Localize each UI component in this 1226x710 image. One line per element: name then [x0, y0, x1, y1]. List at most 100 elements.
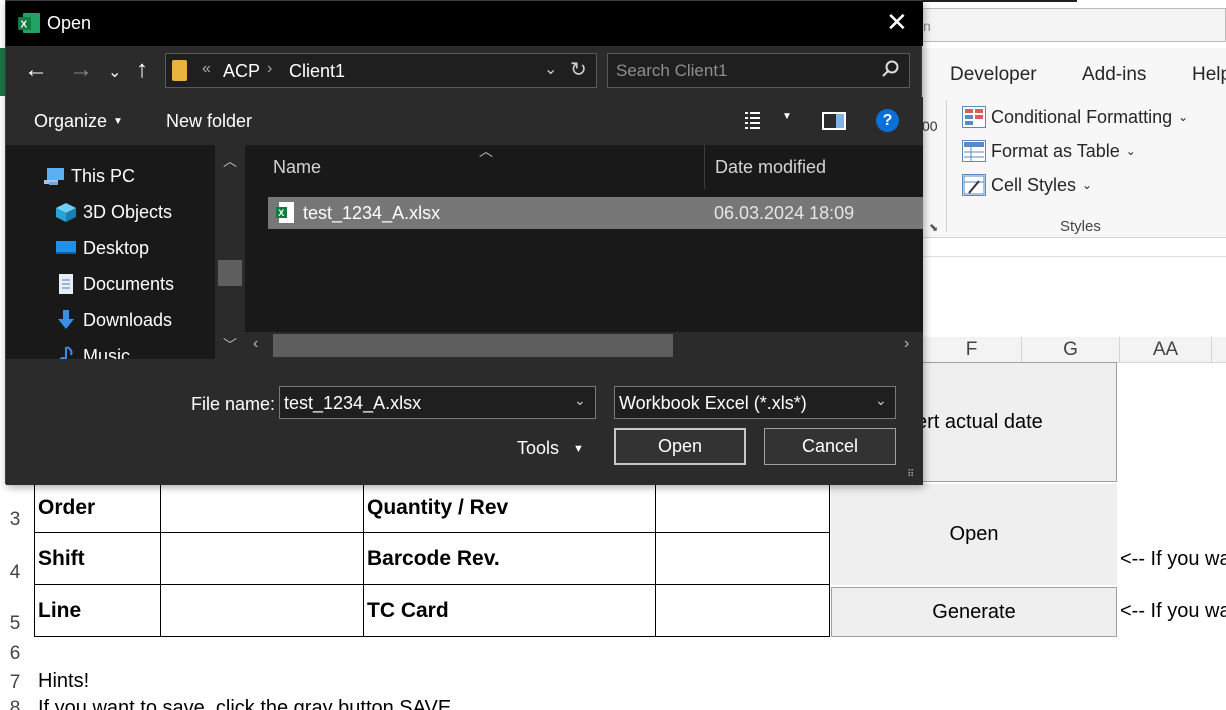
insert-date-label: ert actual date — [916, 410, 1043, 433]
nav-item-downloads[interactable]: Downloads — [55, 305, 172, 335]
breadcrumb-separator-icon: › — [267, 60, 273, 77]
chevron-down-icon[interactable]: ⌄ — [574, 392, 586, 409]
grid-line — [829, 484, 830, 637]
nav-item-label: Downloads — [83, 309, 173, 330]
documents-icon — [59, 274, 73, 294]
back-arrow-icon[interactable]: ← — [24, 57, 48, 83]
tools-button[interactable]: Tools ▼ — [517, 438, 584, 459]
breadcrumb-acp[interactable]: ACP — [223, 61, 260, 82]
close-icon[interactable]: ✕ — [886, 9, 908, 35]
scroll-left-icon[interactable]: ‹ — [253, 335, 258, 353]
nav-item-desktop[interactable]: Desktop — [55, 233, 149, 263]
format-as-table-icon — [962, 140, 986, 162]
scroll-right-icon[interactable]: › — [904, 335, 909, 353]
horizontal-scroll-thumb[interactable] — [273, 334, 673, 357]
grid-line — [655, 484, 656, 637]
nav-item-documents[interactable]: Documents — [55, 269, 174, 299]
file-name-input[interactable] — [284, 392, 564, 414]
dialog-footer: File name: ⌄ Workbook Excel (*.xls*) ⌄ T… — [6, 359, 923, 485]
view-options-icon[interactable] — [745, 111, 767, 129]
grid-line — [160, 484, 161, 637]
new-folder-button[interactable]: New folder — [166, 111, 252, 132]
cell-quantity-label[interactable]: Quantity / Rev — [364, 484, 654, 532]
cell-line-label[interactable]: Line — [35, 585, 160, 636]
column-headers: F G AA — [922, 337, 1226, 363]
format-as-table-button[interactable]: Format as Table ⌄ — [962, 138, 1136, 164]
file-name-combobox[interactable]: ⌄ — [279, 386, 596, 419]
forward-arrow-icon[interactable]: → — [69, 57, 93, 83]
ribbon-cut-text: 00 — [922, 118, 938, 134]
caret-down-icon: ▼ — [113, 116, 123, 127]
cell-tc-card-label[interactable]: TC Card — [364, 585, 654, 636]
row-header-5[interactable]: 5 — [0, 613, 30, 635]
nav-item-this-pc[interactable]: This PC — [43, 161, 135, 191]
view-dropdown-icon[interactable]: ▼ — [782, 111, 792, 122]
styles-group-label: Styles — [1060, 218, 1101, 235]
hint-line: If you want to save, click the gray butt… — [38, 697, 452, 710]
sheet-open-button[interactable]: Open — [831, 484, 1117, 585]
file-name-label: File name: — [191, 394, 276, 414]
dialog-title-bar: X Open ✕ — [6, 1, 923, 46]
file-row-selected[interactable]: X test_1234_A.xlsx 06.03.2024 18:09 — [268, 197, 923, 229]
address-dropdown-icon[interactable]: ⌄ — [544, 59, 557, 79]
conditional-formatting-button[interactable]: Conditional Formatting ⌄ — [962, 104, 1188, 130]
cell-order-label[interactable]: Order — [35, 484, 160, 532]
nav-scrollbar[interactable]: ︿ ﹀ — [215, 145, 244, 359]
chevron-down-icon: ⌄ — [1082, 178, 1093, 192]
column-header-f[interactable]: F — [922, 337, 1022, 363]
ribbon-tab-developer[interactable]: Developer — [950, 64, 1037, 86]
ribbon-tab-add-ins[interactable]: Add-ins — [1082, 64, 1146, 86]
help-icon[interactable]: ? — [876, 109, 899, 132]
search-input[interactable] — [616, 60, 866, 82]
address-bar[interactable]: « ACP › Client1 ⌄ ↻ — [165, 53, 597, 88]
cell-barcode-label[interactable]: Barcode Rev. — [364, 533, 654, 584]
row-header-3[interactable]: 3 — [0, 509, 30, 531]
refresh-icon[interactable]: ↻ — [570, 57, 587, 82]
cell-styles-label: Cell Styles — [991, 174, 1077, 195]
breadcrumb-overflow[interactable]: « — [202, 60, 211, 78]
note-generate: <-- If you wa — [1120, 600, 1226, 622]
breadcrumb-client1[interactable]: Client1 — [289, 61, 345, 82]
up-arrow-icon[interactable]: ↑ — [136, 57, 148, 83]
recent-locations-chevron-icon[interactable]: ⌄ — [108, 60, 121, 86]
cell-shift-label[interactable]: Shift — [35, 533, 160, 584]
row-header-7[interactable]: 7 — [0, 672, 30, 694]
nav-item-label: This PC — [71, 165, 136, 186]
organize-button[interactable]: Organize ▼ — [34, 111, 123, 132]
this-pc-icon — [44, 168, 64, 185]
folder-icon — [172, 60, 187, 81]
row-header-8[interactable]: 8 — [0, 698, 30, 710]
horizontal-scrollbar[interactable]: ‹ › — [245, 332, 923, 359]
tools-label: Tools — [517, 438, 560, 458]
open-file-dialog: X Open ✕ ← → ⌄ ↑ « ACP › Client1 ⌄ ↻ Org… — [5, 0, 923, 485]
cancel-button[interactable]: Cancel — [764, 428, 896, 465]
conditional-formatting-icon — [962, 106, 986, 128]
cell-styles-button[interactable]: Cell Styles ⌄ — [962, 172, 1092, 198]
chevron-down-icon[interactable]: ⌄ — [875, 392, 887, 409]
search-box[interactable] — [607, 53, 910, 88]
nav-item-label: 3D Objects — [83, 201, 173, 222]
dialog-launcher-icon[interactable]: ⬊ — [929, 221, 938, 234]
note-open: <-- If you wa — [1120, 548, 1226, 570]
column-header-aa[interactable]: AA — [1120, 337, 1212, 363]
column-header-name[interactable]: Name — [273, 145, 321, 189]
row-header-6[interactable]: 6 — [0, 643, 30, 665]
open-button[interactable]: Open — [614, 428, 746, 465]
column-header-date-modified[interactable]: Date modified — [715, 145, 826, 189]
excel-search-box[interactable]: n — [922, 8, 1226, 42]
nav-item-3d-objects[interactable]: 3D Objects — [55, 197, 172, 227]
row-header-4[interactable]: 4 — [0, 562, 30, 584]
file-type-select[interactable]: Workbook Excel (*.xls*) ⌄ — [614, 386, 896, 419]
scroll-up-icon[interactable]: ︿ — [223, 151, 237, 171]
column-divider[interactable] — [704, 145, 705, 189]
column-header-g[interactable]: G — [1022, 337, 1120, 363]
nav-scroll-thumb[interactable] — [218, 260, 242, 286]
organize-label: Organize — [34, 111, 108, 131]
chevron-down-icon: ⌄ — [1178, 110, 1189, 124]
ribbon-tab-help[interactable]: Help — [1192, 64, 1226, 86]
generate-button[interactable]: Generate — [831, 587, 1117, 637]
nav-item-music[interactable]: Music — [55, 341, 130, 359]
resize-grip-icon[interactable]: ⠿ — [907, 469, 914, 480]
scroll-down-icon[interactable]: ﹀ — [223, 335, 237, 355]
preview-pane-icon[interactable] — [822, 112, 846, 130]
